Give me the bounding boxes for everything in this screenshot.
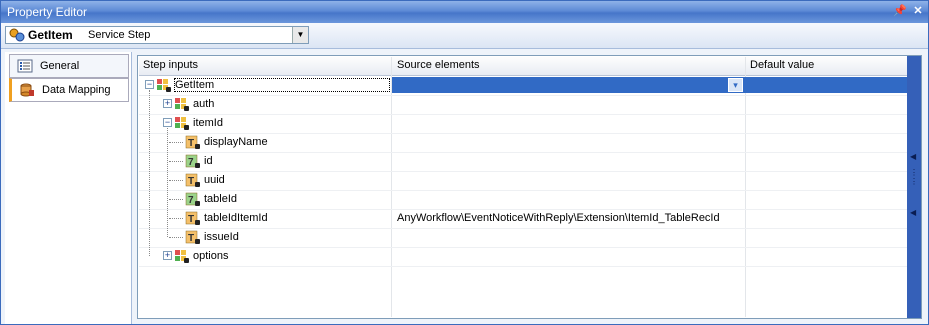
table-row[interactable]: Tuuid: [139, 171, 910, 191]
svg-text:7: 7: [188, 157, 194, 168]
step-input-name: uuid: [204, 174, 225, 186]
svg-text:T: T: [188, 233, 194, 244]
struct-icon: [175, 98, 189, 111]
tab-general[interactable]: General: [9, 54, 129, 78]
expand-icon[interactable]: +: [163, 251, 172, 260]
struct-icon: [157, 79, 171, 92]
table-row[interactable]: + options: [139, 247, 910, 267]
sidebar: General Data Mapping: [5, 52, 132, 324]
text-icon: T: [185, 211, 200, 225]
service-step-icon: [9, 28, 25, 42]
database-icon: [20, 83, 34, 97]
tree-connector: [169, 142, 183, 143]
table-row[interactable]: TtableIdItemId AnyWorkflow\EventNoticeWit…: [139, 209, 910, 229]
table-row[interactable]: 7 tableId: [139, 190, 910, 210]
default-cell-selected[interactable]: [746, 77, 910, 93]
number-icon: 7: [185, 154, 200, 168]
step-input-name: id: [204, 155, 213, 167]
column-header-step-inputs[interactable]: Step inputs: [143, 59, 198, 71]
source-element-value[interactable]: AnyWorkflow\EventNoticeWithReply\Extensi…: [397, 212, 720, 224]
tree-connector: [169, 218, 183, 219]
dropdown-arrow-icon[interactable]: ▾: [728, 78, 743, 92]
struct-icon: [175, 250, 189, 263]
struct-icon: [175, 117, 189, 130]
scroll-arrow-icon[interactable]: ◀: [910, 208, 916, 217]
text-icon: T: [185, 230, 200, 244]
svg-text:T: T: [188, 214, 194, 225]
table-row[interactable]: TdisplayName: [139, 133, 910, 153]
step-input-name: tableId: [204, 193, 238, 205]
tree-connector: [169, 161, 183, 162]
selected-step-type: Service Step: [88, 29, 151, 41]
mapping-grid: Step inputs Source elements Default valu…: [139, 57, 910, 317]
svg-text:T: T: [188, 138, 194, 149]
tab-general-label: General: [40, 60, 80, 72]
window-title: Property Editor: [7, 5, 88, 19]
close-icon[interactable]: ✕: [911, 4, 925, 18]
list-icon: [17, 59, 33, 73]
collapse-icon[interactable]: −: [145, 80, 154, 89]
text-icon: T: [185, 135, 200, 149]
scroll-grip-icon[interactable]: ⋮ ⋮: [910, 168, 918, 186]
svg-text:T: T: [188, 176, 194, 187]
selected-step-name: GetItem: [28, 28, 73, 42]
column-header-source-elements[interactable]: Source elements: [397, 59, 480, 71]
step-input-name: issueId: [204, 231, 239, 243]
table-row[interactable]: − itemId: [139, 114, 910, 134]
chevron-down-icon[interactable]: ▼: [292, 27, 308, 43]
number-icon: 7: [185, 192, 200, 206]
tree-line: [167, 128, 168, 237]
tree-line: [149, 90, 150, 256]
vertical-scrollbar[interactable]: ◀ ⋮ ⋮ ◀: [907, 56, 921, 318]
step-input-name: auth: [193, 98, 215, 110]
step-input-name: displayName: [204, 136, 268, 148]
pin-icon[interactable]: 📌: [893, 4, 907, 18]
tab-data-mapping[interactable]: Data Mapping: [9, 78, 129, 102]
scroll-arrow-icon[interactable]: ◀: [910, 152, 916, 161]
collapse-icon[interactable]: −: [163, 118, 172, 127]
column-header-default-value[interactable]: Default value: [750, 59, 814, 71]
tree-connector: [169, 237, 183, 238]
step-input-name: itemId: [193, 117, 223, 129]
source-cell-selected[interactable]: [392, 77, 747, 93]
table-row[interactable]: TissueId: [139, 228, 910, 248]
table-row[interactable]: + auth: [139, 95, 910, 115]
tree-connector: [169, 199, 183, 200]
grid-header: Step inputs Source elements Default valu…: [139, 57, 910, 76]
step-input-name: options: [193, 250, 229, 262]
text-icon: T: [185, 173, 200, 187]
expand-icon[interactable]: +: [163, 99, 172, 108]
title-bar: Property Editor 📌 ✕: [1, 1, 928, 23]
table-row[interactable]: ▾ − GetItem: [139, 76, 910, 96]
tree-connector: [169, 180, 183, 181]
table-row[interactable]: 7 id: [139, 152, 910, 172]
property-editor-window: Property Editor 📌 ✕ GetItem Service Step…: [0, 0, 929, 325]
step-input-name: GetItem: [174, 78, 390, 92]
step-input-name: tableIdItemId: [204, 212, 268, 224]
mapping-grid-panel: Step inputs Source elements Default valu…: [137, 55, 922, 319]
svg-text:7: 7: [188, 195, 194, 206]
tab-data-mapping-label: Data Mapping: [42, 84, 111, 96]
step-selector[interactable]: GetItem Service Step ▼: [5, 26, 309, 44]
toolbar: GetItem Service Step ▼: [1, 23, 928, 49]
